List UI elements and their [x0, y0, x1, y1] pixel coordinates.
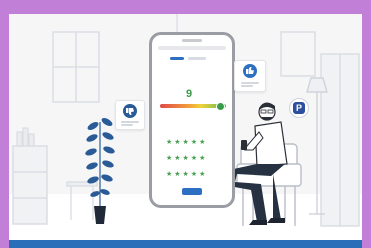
thumbs-down-icon [123, 104, 137, 118]
phone-notch [182, 39, 202, 42]
wall-frame [280, 31, 316, 77]
nps-score: 9 [186, 88, 193, 100]
survey-tab-inactive[interactable] [188, 57, 206, 60]
right-cabinet [320, 53, 360, 227]
bottom-accent-bar [9, 240, 362, 248]
potted-plant [85, 118, 115, 224]
parking-icon: P [289, 98, 309, 118]
card-text-line [241, 82, 259, 84]
card-text-line [121, 124, 133, 126]
star-rating-row[interactable]: ★★★★★ [166, 171, 207, 178]
left-cabinet [12, 145, 48, 225]
card-text-line [241, 85, 253, 87]
illustration-scene: 9 ★★★★★ ★★★★★ ★★★★★ P [9, 14, 362, 240]
survey-tab-active[interactable] [170, 57, 184, 60]
feedback-card-negative [115, 100, 145, 130]
seated-man [229, 102, 288, 225]
card-text-line [121, 121, 139, 123]
nps-slider-thumb[interactable] [215, 102, 225, 111]
star-rating-row[interactable]: ★★★★★ [166, 155, 207, 162]
submit-button[interactable] [182, 188, 202, 195]
feedback-card-positive [234, 60, 266, 92]
thumbs-up-icon [243, 64, 257, 78]
phone-status-bar [158, 46, 226, 50]
side-table [66, 181, 98, 220]
books [16, 127, 35, 147]
window [52, 31, 100, 103]
phone-survey: 9 ★★★★★ ★★★★★ ★★★★★ [149, 32, 235, 208]
parking-badge-letter: P [293, 102, 305, 114]
star-rating-row[interactable]: ★★★★★ [166, 139, 207, 146]
